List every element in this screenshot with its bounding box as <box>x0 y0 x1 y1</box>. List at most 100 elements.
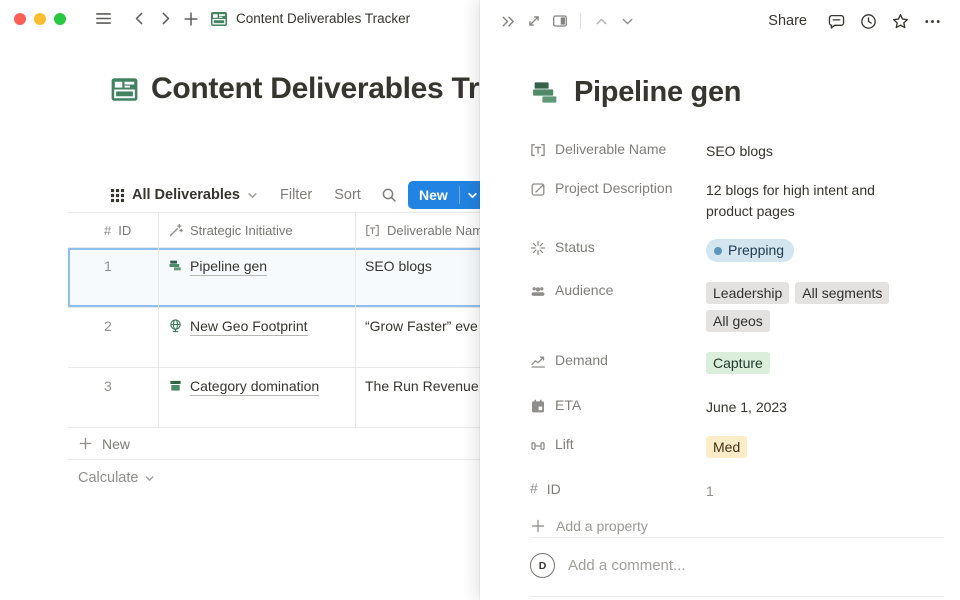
avatar: D <box>530 553 555 578</box>
number-property-icon: # <box>104 223 111 238</box>
add-property-button[interactable]: Add a property <box>530 518 930 534</box>
calendar-icon <box>530 398 546 414</box>
property-row-id[interactable]: # ID 1 <box>530 479 930 503</box>
expand-diagonal-icon <box>525 12 543 30</box>
property-list: Deliverable Name SEO blogs Project Descr… <box>530 139 930 534</box>
chevron-down-icon <box>247 190 258 201</box>
search-button[interactable] <box>381 187 397 203</box>
comment-input[interactable]: Add a comment... <box>568 557 686 574</box>
close-peek-button[interactable] <box>495 9 521 33</box>
property-label[interactable]: Demand <box>530 350 706 369</box>
back-button[interactable] <box>126 6 152 32</box>
property-value[interactable]: June 1, 2023 <box>706 395 930 418</box>
property-value[interactable]: 12 blogs for high intent and product pag… <box>706 178 918 222</box>
record-title[interactable]: Pipeline gen <box>574 76 741 109</box>
chevron-right-icon <box>157 10 174 27</box>
property-row-eta[interactable]: ETA June 1, 2023 <box>530 395 930 419</box>
comment-divider-top <box>530 537 944 538</box>
property-label[interactable]: Lift <box>530 434 706 453</box>
new-button-label[interactable]: New <box>408 181 459 209</box>
previous-record-button[interactable] <box>588 9 614 33</box>
sort-button[interactable]: Sort <box>334 187 361 203</box>
property-row-audience[interactable]: Audience Leadership All segments All geos <box>530 280 930 338</box>
property-label[interactable]: # ID <box>530 479 706 497</box>
column-header-id[interactable]: # ID <box>68 213 158 247</box>
open-full-page-button[interactable] <box>521 9 547 33</box>
plus-icon <box>182 10 200 28</box>
clock-icon <box>859 12 878 31</box>
property-value[interactable]: SEO blogs <box>706 139 930 162</box>
property-value[interactable]: Leadership All segments All geos <box>706 280 918 338</box>
property-row-deliverable-name[interactable]: Deliverable Name SEO blogs <box>530 139 930 163</box>
property-row-lift[interactable]: Lift Med <box>530 434 930 464</box>
cell-strategic-initiative[interactable]: New Geo Footprint <box>158 308 355 367</box>
comment-composer[interactable]: D Add a comment... <box>530 553 686 578</box>
property-value[interactable]: Med <box>706 434 930 464</box>
forward-button[interactable] <box>152 6 178 32</box>
updates-button[interactable] <box>855 9 881 33</box>
property-value[interactable]: 1 <box>706 479 930 502</box>
minimize-window-button[interactable] <box>34 13 46 25</box>
new-tab-button[interactable] <box>178 6 204 32</box>
property-label[interactable]: Status <box>530 237 706 256</box>
demand-tag[interactable]: Capture <box>706 352 770 374</box>
page-link[interactable]: Category domination <box>168 378 355 396</box>
status-dot <box>714 247 722 255</box>
column-header-strategic-initiative[interactable]: Strategic Initiative <box>158 213 355 247</box>
comments-button[interactable] <box>823 9 849 33</box>
page-options-button[interactable] <box>919 9 945 33</box>
status-spinner-icon <box>530 240 546 256</box>
status-pill[interactable]: Prepping <box>706 239 794 262</box>
page-link[interactable]: Pipeline gen <box>168 258 355 276</box>
property-row-demand[interactable]: Demand Capture <box>530 350 930 380</box>
property-label[interactable]: Audience <box>530 280 706 299</box>
page-link[interactable]: New Geo Footprint <box>168 318 355 336</box>
bars-chart-icon <box>168 258 183 273</box>
search-icon <box>381 187 397 203</box>
archive-box-icon <box>168 378 183 393</box>
sidebar-menu-button[interactable] <box>90 6 116 32</box>
chevron-down-icon <box>467 190 478 201</box>
table-view-icon <box>110 188 125 203</box>
view-name: All Deliverables <box>132 187 240 203</box>
next-record-button[interactable] <box>614 9 640 33</box>
wand-sparkle-icon <box>168 223 183 238</box>
audience-tag[interactable]: All geos <box>706 310 770 332</box>
zoom-window-button[interactable] <box>54 13 66 25</box>
audience-tag[interactable]: Leadership <box>706 282 789 304</box>
number-property-icon: # <box>530 480 538 496</box>
audience-tag[interactable]: All segments <box>795 282 889 304</box>
property-value[interactable]: Capture <box>706 350 930 380</box>
trend-chart-icon <box>530 353 546 369</box>
double-chevron-right-icon <box>499 12 518 31</box>
cell-strategic-initiative[interactable]: Category domination <box>158 368 355 427</box>
share-button[interactable]: Share <box>768 13 807 29</box>
property-label[interactable]: Deliverable Name <box>530 139 706 158</box>
cell-id[interactable]: 3 <box>68 368 158 427</box>
property-value[interactable]: Prepping <box>706 237 930 262</box>
comment-bubble-icon <box>827 12 846 31</box>
titlebar: Content Deliverables Tracker <box>0 0 480 37</box>
ellipsis-icon <box>923 12 942 31</box>
side-peek-panel: Share Pipeline gen Deliverable Name <box>480 0 960 600</box>
lift-tag[interactable]: Med <box>706 436 747 458</box>
side-peek-mode-button[interactable] <box>547 9 573 33</box>
view-switcher[interactable]: All Deliverables <box>110 187 258 203</box>
close-window-button[interactable] <box>14 13 26 25</box>
property-row-status[interactable]: Status Prepping <box>530 237 930 262</box>
property-label[interactable]: ETA <box>530 395 706 414</box>
filter-button[interactable]: Filter <box>280 187 312 203</box>
star-icon <box>891 12 910 31</box>
plus-icon <box>78 436 93 451</box>
new-record-button[interactable]: New <box>408 181 486 209</box>
favorite-button[interactable] <box>887 9 913 33</box>
cell-id[interactable]: 2 <box>68 308 158 367</box>
title-property-icon <box>365 223 380 238</box>
property-label[interactable]: Project Description <box>530 178 706 197</box>
cell-id[interactable]: 1 <box>68 248 158 307</box>
pencil-square-icon <box>530 181 546 197</box>
comment-divider-bottom <box>530 596 944 597</box>
property-row-project-description[interactable]: Project Description 12 blogs for high in… <box>530 178 930 222</box>
cell-strategic-initiative[interactable]: Pipeline gen <box>158 248 355 307</box>
chevron-up-icon <box>593 13 610 30</box>
